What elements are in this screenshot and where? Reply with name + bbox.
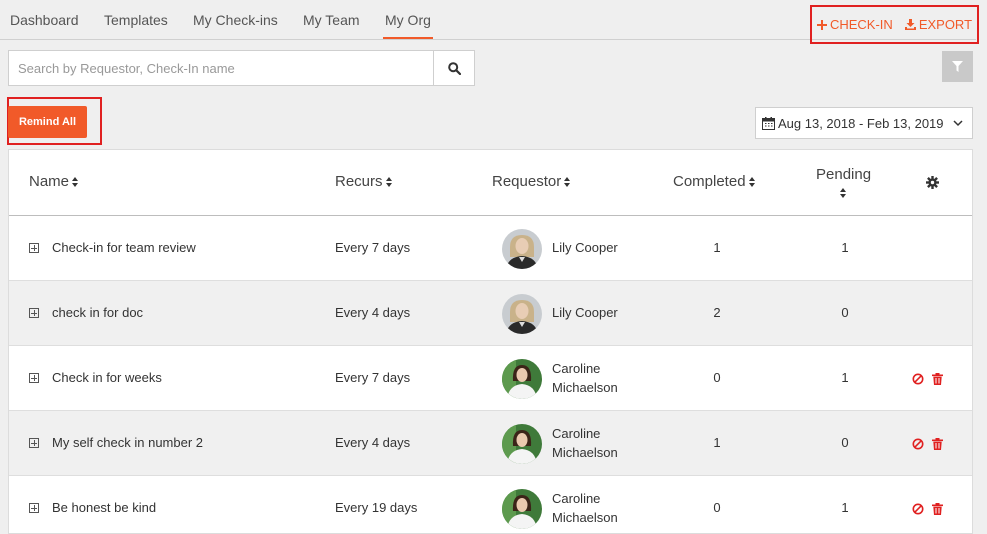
avatar bbox=[502, 229, 542, 269]
trash-icon[interactable] bbox=[932, 502, 944, 515]
check-in-name: Check in for weeks bbox=[52, 370, 162, 385]
sort-icon bbox=[840, 188, 847, 198]
requestor-name-line1: Caroline bbox=[552, 491, 601, 506]
check-in-name: Be honest be kind bbox=[52, 500, 157, 515]
tab-templates[interactable]: Templates bbox=[104, 12, 168, 39]
requestor-name: Caroline Michaelson bbox=[552, 424, 618, 462]
tab-my-team[interactable]: My Team bbox=[303, 12, 360, 39]
tab-my-org[interactable]: My Org bbox=[383, 12, 433, 39]
requestor-name-line1: Lily Cooper bbox=[552, 240, 618, 255]
table-header: Name Recurs Requestor Completed Pending bbox=[9, 150, 972, 216]
date-range-picker[interactable]: Aug 13, 2018 - Feb 13, 2019 bbox=[755, 107, 973, 139]
expand-icon[interactable] bbox=[29, 243, 39, 253]
sort-icon bbox=[72, 176, 79, 187]
trash-icon[interactable] bbox=[932, 437, 944, 450]
ban-icon[interactable] bbox=[912, 502, 924, 515]
plus-icon bbox=[816, 19, 827, 30]
completed-count: 0 bbox=[713, 370, 721, 385]
check-in-name: Check-in for team review bbox=[52, 240, 196, 255]
pending-count: 1 bbox=[841, 240, 849, 255]
check-in-button[interactable]: CHECK-IN bbox=[816, 17, 893, 32]
table-row: My self check in number 2 Every 4 days Ca… bbox=[9, 411, 972, 476]
pending-count: 1 bbox=[841, 370, 849, 385]
gear-icon[interactable] bbox=[926, 176, 939, 189]
sort-icon bbox=[385, 176, 393, 187]
search-bar bbox=[8, 50, 475, 86]
download-icon bbox=[904, 19, 916, 30]
requestor-name-line1: Lily Cooper bbox=[552, 305, 618, 320]
search-icon bbox=[447, 61, 461, 75]
recurs-value: Every 19 days bbox=[335, 500, 418, 515]
recurs-value: Every 7 days bbox=[335, 240, 411, 255]
requestor-name-line2: Michaelson bbox=[552, 380, 618, 395]
check-in-name: check in for doc bbox=[52, 305, 144, 320]
tab-my-check-ins[interactable]: My Check-ins bbox=[193, 12, 278, 39]
check-in-name: My self check in number 2 bbox=[52, 435, 204, 450]
trash-icon[interactable] bbox=[932, 372, 944, 385]
column-header-pending[interactable]: Pending bbox=[816, 166, 871, 198]
ban-icon[interactable] bbox=[912, 372, 924, 385]
sort-icon bbox=[564, 176, 571, 187]
export-label: EXPORT bbox=[918, 17, 973, 32]
column-header-completed[interactable]: Completed bbox=[673, 173, 756, 190]
check-ins-table: Name Recurs Requestor Completed Pending … bbox=[8, 149, 973, 534]
column-header-name[interactable]: Name bbox=[29, 173, 79, 190]
filter-button[interactable] bbox=[942, 51, 973, 82]
sort-icon bbox=[748, 176, 756, 187]
search-input[interactable] bbox=[9, 51, 433, 85]
requestor-name: Caroline Michaelson bbox=[552, 359, 618, 397]
ban-icon[interactable] bbox=[912, 437, 924, 450]
tab-dashboard[interactable]: Dashboard bbox=[10, 12, 79, 39]
search-button[interactable] bbox=[433, 51, 474, 85]
top-actions-group: CHECK-IN EXPORT bbox=[810, 5, 979, 44]
avatar bbox=[502, 489, 542, 529]
expand-icon[interactable] bbox=[29, 438, 39, 448]
avatar bbox=[502, 359, 542, 399]
export-button[interactable]: EXPORT bbox=[904, 17, 973, 32]
requestor-name: Caroline Michaelson bbox=[552, 489, 618, 527]
completed-count: 1 bbox=[713, 240, 721, 255]
recurs-value: Every 7 days bbox=[335, 370, 411, 385]
pending-count: 1 bbox=[841, 500, 849, 515]
requestor-name: Lily Cooper bbox=[552, 303, 618, 322]
avatar bbox=[502, 424, 542, 464]
filter-icon bbox=[952, 61, 963, 72]
requestor-name-line2: Michaelson bbox=[552, 510, 618, 525]
recurs-value: Every 4 days bbox=[335, 305, 411, 320]
check-in-label: CHECK-IN bbox=[829, 17, 893, 32]
avatar bbox=[502, 294, 542, 334]
requestor-name: Lily Cooper bbox=[552, 238, 618, 257]
completed-count: 2 bbox=[713, 305, 721, 320]
requestor-name-line1: Caroline bbox=[552, 361, 601, 376]
recurs-value: Every 4 days bbox=[335, 435, 411, 450]
expand-icon[interactable] bbox=[29, 503, 39, 513]
requestor-name-line2: Michaelson bbox=[552, 445, 618, 460]
completed-count: 0 bbox=[713, 500, 721, 515]
pending-count: 0 bbox=[841, 435, 849, 450]
remind-all-button[interactable]: Remind All bbox=[8, 106, 87, 138]
pending-count: 0 bbox=[841, 305, 849, 320]
requestor-name-line1: Caroline bbox=[552, 426, 601, 441]
table-row: Check in for weeks Every 7 days Caroline M… bbox=[9, 346, 972, 411]
expand-icon[interactable] bbox=[29, 308, 39, 318]
date-range-text: Aug 13, 2018 - Feb 13, 2019 bbox=[778, 115, 944, 131]
column-header-recurs[interactable]: Recurs bbox=[335, 173, 393, 190]
expand-icon[interactable] bbox=[29, 373, 39, 383]
table-row: Check-in for team review Every 7 days Lil… bbox=[9, 216, 972, 281]
table-row: check in for doc Every 4 days Lily Cooper… bbox=[9, 281, 972, 346]
column-header-requestor[interactable]: Requestor bbox=[492, 173, 571, 190]
calendar-icon bbox=[762, 116, 775, 130]
table-row: Be honest be kind Every 19 days Caroline M… bbox=[9, 476, 972, 533]
completed-count: 1 bbox=[713, 435, 721, 450]
chevron-down-icon bbox=[952, 119, 963, 126]
